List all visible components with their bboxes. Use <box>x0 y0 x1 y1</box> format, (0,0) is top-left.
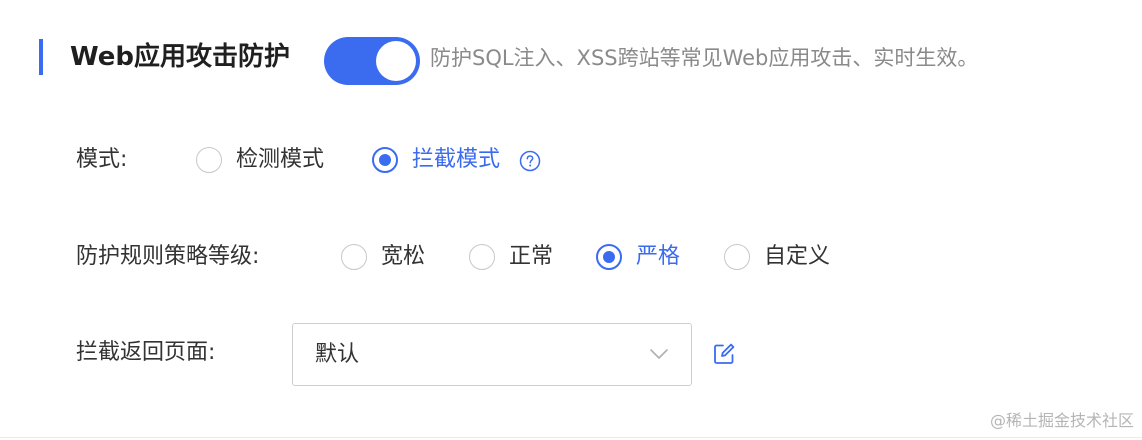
watermark: @稀土掘金技术社区 <box>989 411 1134 430</box>
radio-circle[interactable] <box>372 147 398 173</box>
radio-level-loose[interactable]: 宽松 <box>341 241 425 273</box>
radio-label: 自定义 <box>764 244 831 269</box>
radio-circle[interactable] <box>341 244 367 270</box>
radio-label: 检测模式 <box>236 147 325 172</box>
radio-block-mode[interactable]: 拦截模式 <box>372 144 500 176</box>
mode-label: 模式: <box>76 147 128 172</box>
block-page-select-value: 默认 <box>315 342 360 367</box>
radio-label: 严格 <box>636 244 681 269</box>
radio-circle[interactable] <box>724 244 750 270</box>
block-page-label: 拦截返回页面: <box>76 340 216 365</box>
radio-circle[interactable] <box>196 147 222 173</box>
help-question-icon[interactable] <box>519 150 541 172</box>
edit-icon[interactable] <box>712 342 736 366</box>
radio-label: 拦截模式 <box>412 147 501 172</box>
divider <box>0 437 1142 438</box>
radio-label: 正常 <box>509 244 554 269</box>
section-title: Web应用攻击防护 <box>70 42 290 72</box>
radio-label: 宽松 <box>381 244 426 269</box>
policy-level-label: 防护规则策略等级: <box>76 244 260 269</box>
chevron-down-icon <box>650 349 668 359</box>
toggle-knob <box>376 41 416 81</box>
section-accent-bar <box>39 39 43 75</box>
waf-settings-panel: Web应用攻击防护 防护SQL注入、XSS跨站等常见Web应用攻击、实时生效。 … <box>0 0 1142 440</box>
radio-circle[interactable] <box>469 244 495 270</box>
section-description: 防护SQL注入、XSS跨站等常见Web应用攻击、实时生效。 <box>430 46 979 70</box>
radio-level-custom[interactable]: 自定义 <box>724 241 830 273</box>
radio-level-strict[interactable]: 严格 <box>596 241 680 273</box>
waf-enable-toggle[interactable] <box>324 37 420 85</box>
radio-level-normal[interactable]: 正常 <box>469 241 553 273</box>
radio-circle[interactable] <box>596 244 622 270</box>
radio-detect-mode[interactable]: 检测模式 <box>196 144 324 176</box>
block-page-select[interactable]: 默认 <box>292 323 692 386</box>
